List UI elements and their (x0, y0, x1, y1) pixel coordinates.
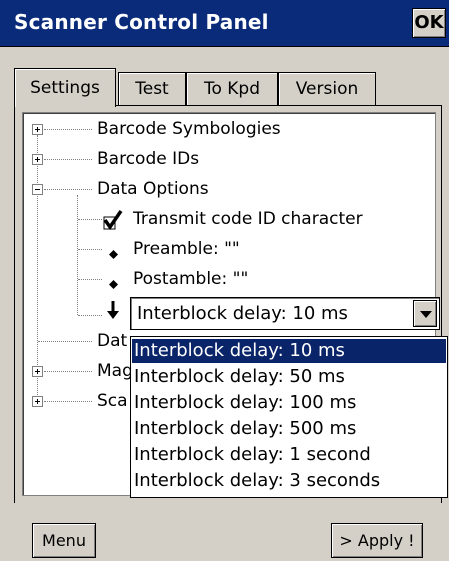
chevron-down-icon[interactable] (413, 300, 437, 327)
window-title: Scanner Control Panel (14, 10, 269, 34)
apply-button[interactable]: > Apply ! (331, 523, 423, 558)
interblock-delay-combobox[interactable]: Interblock delay: 10 ms (130, 297, 440, 330)
tree-item-preamble[interactable]: Preamble: "" (133, 235, 240, 263)
expand-icon[interactable] (32, 396, 43, 407)
tab-test[interactable]: Test (118, 72, 186, 106)
tree-line (78, 249, 102, 250)
checkmark-icon (103, 205, 123, 233)
tab-version[interactable]: Version (278, 72, 376, 106)
tree-item-mag-truncated[interactable]: Mag (97, 357, 133, 385)
tree-item-barcode-ids[interactable]: Barcode IDs (97, 145, 199, 173)
diamond-bullet-icon (109, 274, 118, 289)
title-bar: Scanner Control Panel OK (0, 0, 449, 47)
window-frame: Scanner Control Panel OK Settings Test T… (0, 0, 450, 562)
down-arrow-icon (105, 299, 121, 321)
tree-line (38, 341, 92, 342)
tab-settings[interactable]: Settings (14, 68, 116, 107)
tree-line (78, 279, 102, 280)
diamond-bullet-icon (109, 244, 118, 259)
expand-icon[interactable] (32, 154, 43, 165)
combobox-value: Interblock delay: 10 ms (137, 303, 348, 324)
collapse-icon[interactable] (32, 184, 43, 195)
dropdown-option[interactable]: Interblock delay: 50 ms (132, 365, 446, 389)
dropdown-option[interactable]: Interblock delay: 1 second (132, 443, 446, 467)
tree-item-barcode-symbologies[interactable]: Barcode Symbologies (97, 115, 281, 143)
dropdown-option[interactable]: Interblock delay: 100 ms (132, 391, 446, 415)
tree-line (44, 129, 92, 130)
tree-line (78, 315, 102, 316)
dropdown-option[interactable]: Interblock delay: 10 ms (132, 339, 446, 363)
tree-item-sca-truncated[interactable]: Sca (97, 387, 128, 415)
tree-line (44, 189, 92, 190)
tree-line (44, 371, 92, 372)
dropdown-option[interactable]: Interblock delay: 3 seconds (132, 469, 446, 493)
expand-icon[interactable] (32, 124, 43, 135)
interblock-delay-dropdown[interactable]: Interblock delay: 10 ms Interblock delay… (130, 336, 448, 498)
tree-item-data-truncated[interactable]: Dat (97, 327, 127, 355)
ok-button[interactable]: OK (412, 8, 446, 38)
tree-line (44, 159, 92, 160)
tree-item-data-options[interactable]: Data Options (97, 175, 209, 203)
tab-to-kpd[interactable]: To Kpd (186, 72, 278, 106)
dropdown-option[interactable]: Interblock delay: 500 ms (132, 417, 446, 441)
tree-line (77, 195, 78, 315)
menu-button[interactable]: Menu (32, 523, 96, 558)
expand-icon[interactable] (32, 366, 43, 377)
tree-item-transmit-code-id[interactable]: Transmit code ID character (133, 205, 363, 233)
tree-item-postamble[interactable]: Postamble: "" (133, 265, 248, 293)
tree-line (44, 401, 92, 402)
tree-line (78, 219, 102, 220)
